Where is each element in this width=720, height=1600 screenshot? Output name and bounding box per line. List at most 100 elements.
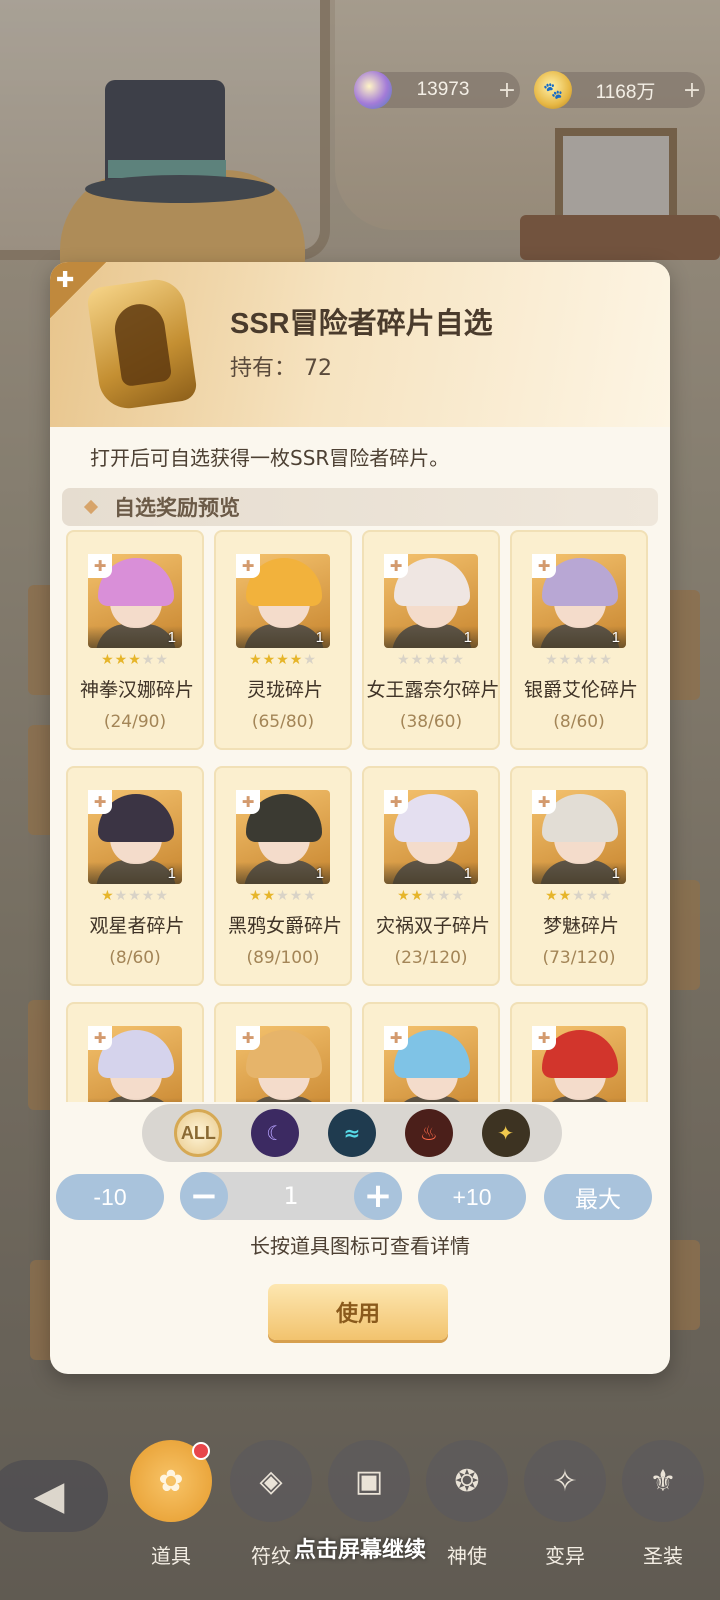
puzzle-icon: ✚ <box>384 554 408 578</box>
fragment-name: 梦魅碎片 <box>542 915 619 937</box>
nav-glyph: ◈ <box>259 1463 283 1499</box>
fragment-count: 1 <box>463 865 472 882</box>
plus-ten-button[interactable]: +10 <box>418 1174 526 1220</box>
star-icon: ★ <box>262 888 277 904</box>
puzzle-item-icon[interactable] <box>85 275 199 413</box>
portrait-shade <box>384 1098 478 1102</box>
owned-value: 72 <box>304 356 333 381</box>
puzzle-icon: ✚ <box>384 790 408 814</box>
portrait-shade <box>236 1098 330 1102</box>
star-icon: ★ <box>585 888 600 904</box>
gem-icon <box>354 71 392 109</box>
star-icon: ★ <box>262 652 277 668</box>
fragment-progress: (8/60) <box>109 948 161 968</box>
reward-card[interactable]: ✚ 1 ★★★★★ 灾祸双子碎片 (23/120) <box>362 766 500 986</box>
fragment-count: 1 <box>611 629 620 646</box>
reward-card[interactable]: ✚ <box>510 1002 648 1102</box>
star-icon: ★ <box>303 652 317 668</box>
increment-button[interactable]: + <box>354 1172 402 1220</box>
star-icon: ★ <box>128 888 142 904</box>
star-icon: ★ <box>451 888 465 904</box>
back-button[interactable]: ◀ <box>0 1460 108 1532</box>
envoy-icon: ❂ <box>426 1440 508 1522</box>
section-title: 自选奖励预览 <box>114 496 240 520</box>
filter-wind-button[interactable]: ≈ <box>327 1109 376 1157</box>
fragment-name: 黑鸦女爵碎片 <box>227 915 342 937</box>
dialog-header: ✚ SSR冒险者碎片自选 持有： 72 <box>50 262 670 427</box>
puzzle-icon: ✚ <box>532 554 556 578</box>
rune-icon: ◈ <box>230 1440 312 1522</box>
puzzle-icon: ✚ <box>88 1026 112 1050</box>
fragment-progress: (73/120) <box>542 948 616 968</box>
quantity-stepper: − 1 + <box>180 1172 402 1220</box>
reward-card[interactable]: ✚ <box>214 1002 352 1102</box>
fragment-name: 灾祸双子碎片 <box>375 915 490 937</box>
reward-grid: ✚ 1 ★★★★★ 神拳汉娜碎片 (24/90) ✚ 1 ★★★★★ 灵珑碎片 … <box>66 530 656 1102</box>
nav-glyph: ✧ <box>552 1463 578 1499</box>
gem-currency: 13973 + <box>354 71 520 109</box>
add-gem-button[interactable]: + <box>494 78 520 103</box>
back-arrow-icon: ◀ <box>33 1473 65 1519</box>
fragment-name: 女王露奈尔碎片 <box>366 679 500 701</box>
fragment-progress: (24/90) <box>103 712 167 732</box>
star-icon: ★ <box>410 652 425 668</box>
filter-fire-button[interactable]: ♨ <box>404 1109 453 1157</box>
reward-card[interactable]: ✚ 1 ★★★★★ 神拳汉娜碎片 (24/90) <box>66 530 204 750</box>
item-description: 打开后可自选获得一枚SSR冒险者碎片。 <box>90 446 450 470</box>
minus-ten-button[interactable]: -10 <box>56 1174 164 1220</box>
coin-amount: 1168万 <box>595 81 656 103</box>
reward-card[interactable]: ✚ 1 ★★★★★ 银爵艾伦碎片 (8/60) <box>510 530 648 750</box>
filter-moon-button[interactable]: ☾ <box>251 1109 300 1157</box>
nav-item-card[interactable]: ▣ <box>326 1440 412 1540</box>
fragment-count: 1 <box>463 629 472 646</box>
reward-card[interactable]: ✚ 1 ★★★★★ 黑鸦女爵碎片 (89/100) <box>214 766 352 986</box>
star-icon: ★ <box>114 888 129 904</box>
star-icon: ★ <box>545 888 559 904</box>
add-coin-button[interactable]: + <box>679 78 705 103</box>
decrement-button[interactable]: − <box>180 1172 228 1220</box>
filter-light-button[interactable]: ✦ <box>481 1109 530 1157</box>
star-icon: ★ <box>249 652 263 668</box>
star-icon: ★ <box>424 652 438 668</box>
star-icon: ★ <box>558 888 573 904</box>
tap-to-continue[interactable]: 点击屏幕继续 <box>0 1532 720 1564</box>
puzzle-icon: ✚ <box>236 790 260 814</box>
star-rating: ★★★★★ <box>512 652 646 668</box>
notification-dot <box>192 1442 210 1460</box>
reward-card[interactable]: ✚ <box>66 1002 204 1102</box>
reward-card[interactable]: ✚ 1 ★★★★★ 灵珑碎片 (65/80) <box>214 530 352 750</box>
reward-card[interactable]: ✚ 1 ★★★★★ 梦魅碎片 (73/120) <box>510 766 648 986</box>
max-button[interactable]: 最大 <box>544 1174 652 1220</box>
puzzle-icon: ✚ <box>532 790 556 814</box>
star-icon: ★ <box>599 888 613 904</box>
paw-coin-icon: 🐾 <box>534 71 572 109</box>
reward-card[interactable]: ✚ <box>362 1002 500 1102</box>
star-rating: ★★★★★ <box>216 888 350 904</box>
quantity-input[interactable]: 1 <box>228 1172 354 1220</box>
reward-card[interactable]: ✚ 1 ★★★★★ 观星者碎片 (8/60) <box>66 766 204 986</box>
reward-card[interactable]: ✚ 1 ★★★★★ 女王露奈尔碎片 (38/60) <box>362 530 500 750</box>
card-icon: ▣ <box>328 1440 410 1522</box>
nav-glyph: ▣ <box>354 1463 384 1499</box>
fragment-count: 1 <box>315 629 324 646</box>
coin-currency: 🐾 1168万 + <box>534 71 705 109</box>
section-header: 自选奖励预览 <box>62 488 658 526</box>
fragment-progress: (23/120) <box>394 948 468 968</box>
puzzle-icon: ✚ <box>236 554 260 578</box>
diamond-bullet-icon <box>83 499 99 515</box>
star-rating: ★★★★★ <box>68 652 202 668</box>
star-icon: ★ <box>585 652 600 668</box>
reward-grid-scroll[interactable]: ✚ 1 ★★★★★ 神拳汉娜碎片 (24/90) ✚ 1 ★★★★★ 灵珑碎片 … <box>66 530 656 1102</box>
puzzle-icon: ✚ <box>384 1026 408 1050</box>
use-button[interactable]: 使用 <box>268 1284 448 1340</box>
fragment-count: 1 <box>611 865 620 882</box>
star-icon: ★ <box>101 888 115 904</box>
long-press-hint: 长按道具图标可查看详情 <box>250 1234 470 1258</box>
filter-all-button[interactable]: ALL <box>174 1109 223 1157</box>
star-icon: ★ <box>572 888 586 904</box>
star-icon: ★ <box>276 652 290 668</box>
gem-amount: 13973 <box>416 79 470 100</box>
fragment-progress: (8/60) <box>553 712 605 732</box>
nav-glyph: ⚜ <box>649 1463 677 1499</box>
star-icon: ★ <box>128 652 142 668</box>
